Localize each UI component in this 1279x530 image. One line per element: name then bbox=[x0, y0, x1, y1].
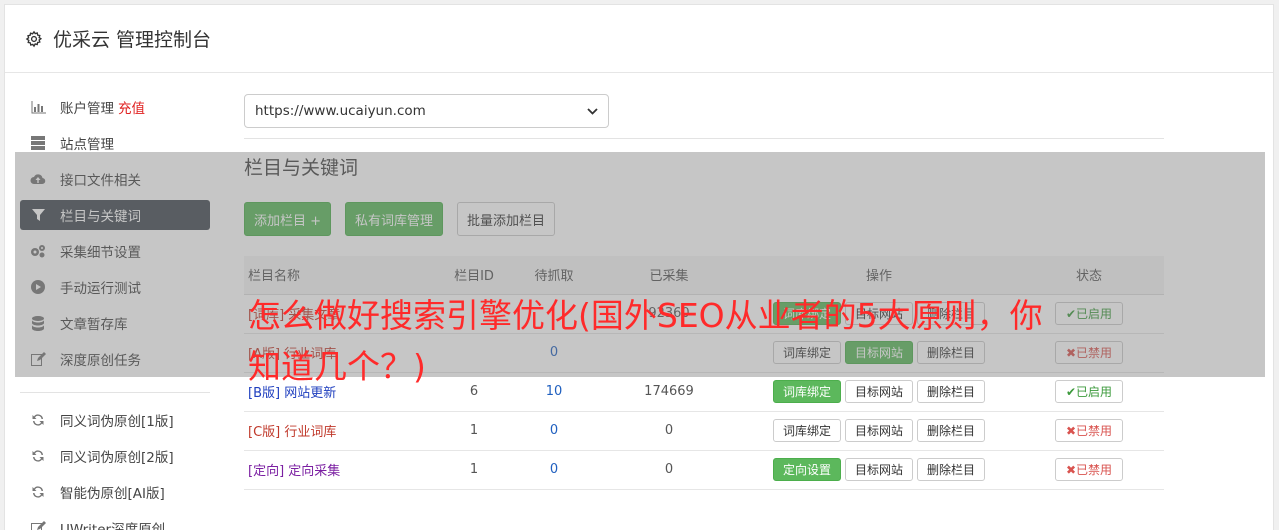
status-toggle[interactable]: ✖已禁用 bbox=[1054, 458, 1124, 481]
column-name: 定向采集 bbox=[288, 464, 341, 479]
collected-cell: 0 bbox=[594, 411, 744, 451]
delete-column-button[interactable]: 删除栏目 bbox=[917, 458, 986, 481]
overlay-headline: 怎么做好搜索引擎优化(国外SEO从业者的5大原则，你知道几个？) bbox=[248, 296, 1043, 386]
sidebar-item-synonym-v2[interactable]: 同义词伪原创[2版] bbox=[20, 441, 210, 471]
status-cell: ✖已禁用 bbox=[1014, 450, 1164, 490]
directed-settings-button[interactable]: 定向设置 bbox=[772, 458, 841, 481]
sidebar-item-uwriter[interactable]: UWriter深度原创 bbox=[20, 513, 210, 530]
refresh-icon bbox=[30, 412, 46, 428]
page-title: 优采云 管理控制台 bbox=[53, 29, 212, 51]
ops-cell: 词库绑定 目标网站 删除栏目 bbox=[744, 411, 1014, 451]
ops-cell: 定向设置 目标网站 删除栏目 bbox=[744, 450, 1014, 490]
sidebar-item-label: 站点管理 bbox=[60, 137, 114, 153]
header: 优采云 管理控制台 bbox=[5, 5, 1273, 73]
site-select[interactable]: https://www.ucaiyun.com bbox=[244, 94, 609, 128]
main-divider bbox=[244, 138, 1164, 139]
target-site-button[interactable]: 目标网站 bbox=[844, 419, 913, 442]
edit-icon bbox=[30, 520, 46, 530]
lexicon-bind-button[interactable]: 词库绑定 bbox=[772, 419, 841, 442]
sidebar-item-label: 同义词伪原创[2版] bbox=[60, 450, 174, 466]
column-name: 行业词库 bbox=[284, 425, 337, 440]
pending-cell[interactable]: 0 bbox=[514, 450, 594, 490]
refresh-icon bbox=[30, 448, 46, 464]
status-toggle[interactable]: ✖已禁用 bbox=[1054, 419, 1124, 442]
column-id-cell: 1 bbox=[434, 411, 514, 451]
delete-column-button[interactable]: 删除栏目 bbox=[917, 419, 986, 442]
status-cell: ✖已禁用 bbox=[1014, 411, 1164, 451]
bar-chart-icon bbox=[30, 99, 46, 115]
gear-icon bbox=[25, 30, 43, 47]
column-id-cell: 1 bbox=[434, 450, 514, 490]
sidebar-item-synonym-v1[interactable]: 同义词伪原创[1版] bbox=[20, 405, 210, 435]
chevron-down-icon bbox=[587, 105, 598, 118]
collected-cell: 0 bbox=[594, 450, 744, 490]
sidebar-item-label: 同义词伪原创[1版] bbox=[60, 414, 174, 430]
sidebar-item-label: 智能伪原创[AI版] bbox=[60, 486, 165, 502]
pending-cell[interactable]: 0 bbox=[514, 411, 594, 451]
column-tag: [定向] bbox=[248, 464, 285, 479]
site-select-value: https://www.ucaiyun.com bbox=[255, 103, 426, 119]
column-tag: [C版] bbox=[248, 425, 281, 440]
column-name-cell[interactable]: [C版] 行业词库 bbox=[244, 411, 434, 451]
sidebar-item-account[interactable]: 账户管理 充值 bbox=[20, 92, 210, 122]
refresh-icon bbox=[30, 484, 46, 500]
server-icon bbox=[30, 135, 46, 151]
recharge-link[interactable]: 充值 bbox=[118, 97, 145, 117]
sidebar-item-ai-original[interactable]: 智能伪原创[AI版] bbox=[20, 477, 210, 507]
table-row: [C版] 行业词库 1 0 0 词库绑定 目标网站 删除栏目 ✖已禁用 bbox=[244, 411, 1164, 451]
sidebar-divider bbox=[20, 392, 210, 393]
column-name-cell[interactable]: [定向] 定向采集 bbox=[244, 450, 434, 490]
sidebar-item-label: UWriter深度原创 bbox=[60, 522, 166, 530]
target-site-button[interactable]: 目标网站 bbox=[844, 458, 913, 481]
table-row: [定向] 定向采集 1 0 0 定向设置 目标网站 删除栏目 ✖已禁用 bbox=[244, 450, 1164, 490]
sidebar-item-label: 账户管理 bbox=[60, 101, 114, 117]
